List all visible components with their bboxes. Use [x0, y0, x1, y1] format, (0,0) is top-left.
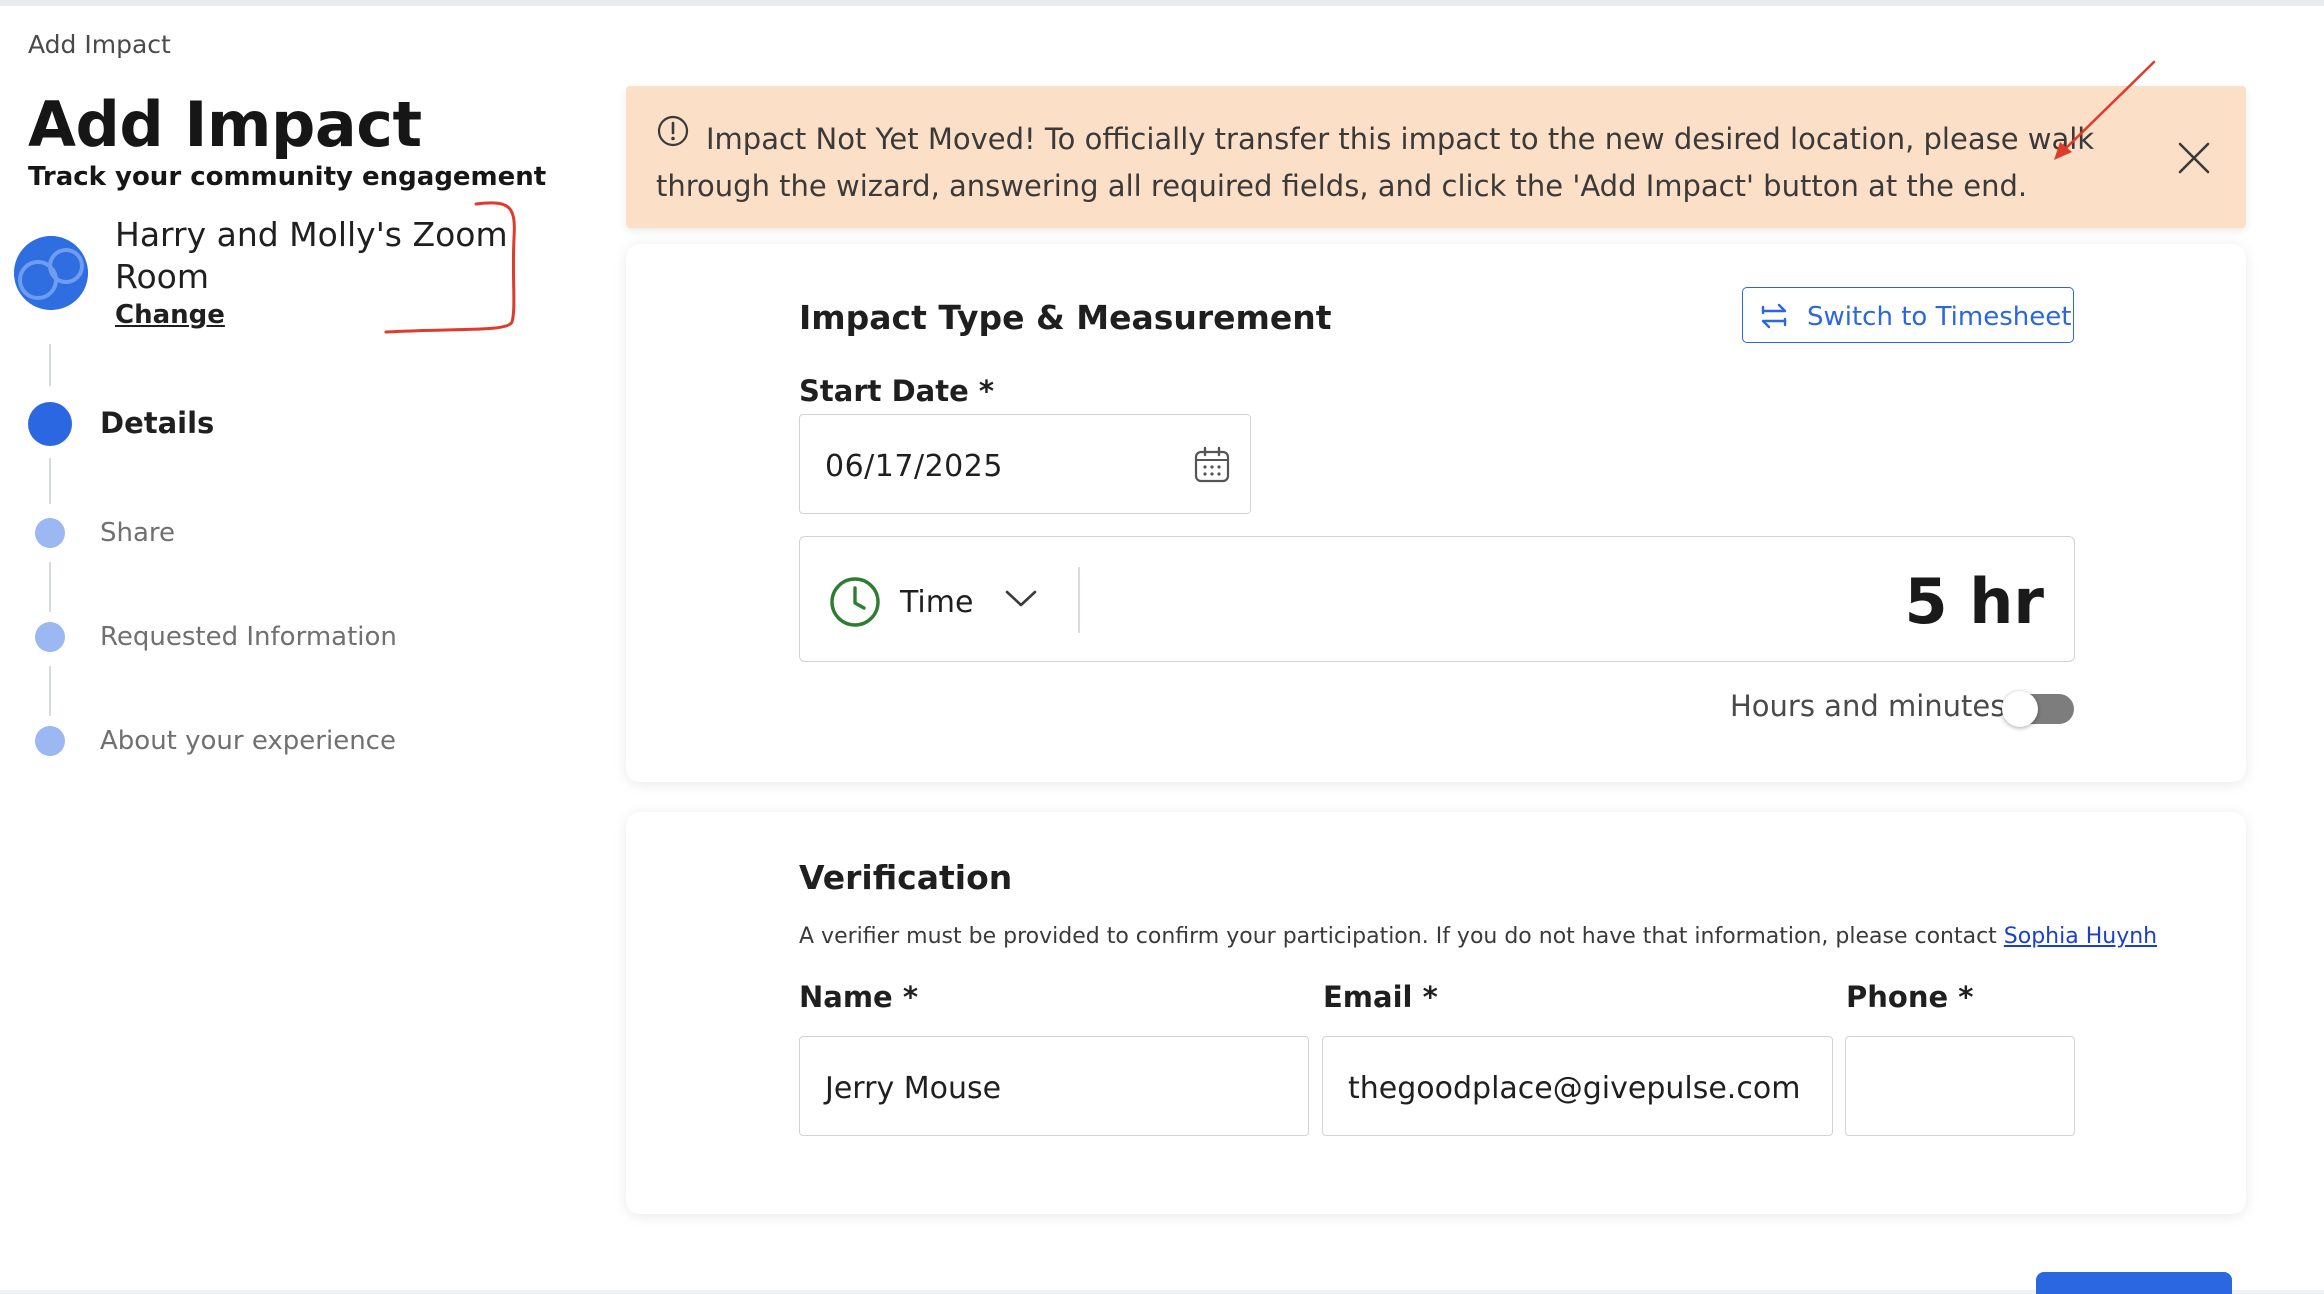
measurement-amount[interactable]: 5 hr: [1905, 565, 2044, 638]
chevron-down-icon[interactable]: [1004, 585, 1038, 611]
switch-to-timesheet-button[interactable]: Switch to Timesheet: [1742, 287, 2074, 343]
measurement-divider: [1078, 567, 1080, 633]
measurement-field: Time 5 hr: [799, 536, 2075, 662]
verifier-phone-input[interactable]: [1845, 1036, 2075, 1136]
breadcrumb: Add Impact: [28, 30, 171, 59]
step-indicator-requested-information[interactable]: [35, 622, 65, 652]
verifier-email-label: Email *: [1323, 980, 1438, 1014]
alert-message: Impact Not Yet Moved! To officially tran…: [656, 122, 2095, 203]
step-indicator-share[interactable]: [35, 518, 65, 548]
clock-icon: [830, 577, 880, 627]
verifier-name-input[interactable]: Jerry Mouse: [799, 1036, 1309, 1136]
page-subtitle: Track your community engagement: [28, 162, 547, 192]
impact-section-title: Impact Type & Measurement: [799, 298, 1332, 337]
page: Add Impact Add Impact Track your communi…: [0, 0, 2324, 1294]
step-label-requested-information[interactable]: Requested Information: [100, 622, 397, 652]
organization-avatar: [14, 236, 88, 310]
verifier-name-value: Jerry Mouse: [825, 1071, 1002, 1106]
verification-card: Verification A verifier must be provided…: [626, 812, 2246, 1214]
toggle-knob: [2002, 691, 2038, 727]
verifier-email-input[interactable]: thegoodplace@givepulse.com: [1322, 1036, 1833, 1136]
step-indicator-details[interactable]: [28, 402, 72, 446]
organization-logo-icon: [14, 236, 88, 310]
impact-card: Impact Type & Measurement Switch to Time…: [626, 244, 2246, 782]
start-date-input[interactable]: 06/17/2025: [799, 414, 1251, 514]
organization-name: Harry and Molly's Zoom Room: [115, 215, 508, 296]
next-button-partial[interactable]: [2036, 1272, 2232, 1294]
close-icon[interactable]: [2176, 140, 2212, 176]
start-date-label: Start Date *: [799, 374, 995, 408]
verifier-phone-label: Phone *: [1846, 980, 1974, 1014]
verifier-email-value: thegoodplace@givepulse.com: [1348, 1071, 1801, 1106]
start-date-value: 06/17/2025: [825, 449, 1003, 484]
step-label-about-experience[interactable]: About your experience: [100, 726, 396, 756]
step-connector: [49, 666, 51, 716]
swap-arrows-icon: [1761, 303, 1787, 329]
step-label-share[interactable]: Share: [100, 518, 175, 548]
alert-banner: Impact Not Yet Moved! To officially tran…: [626, 86, 2246, 228]
step-connector: [49, 344, 51, 386]
bottom-bar-edge: [0, 1290, 2324, 1294]
page-title: Add Impact: [28, 88, 422, 161]
step-connector: [49, 562, 51, 612]
step-connector: [49, 458, 51, 504]
measurement-type-label[interactable]: Time: [900, 585, 973, 620]
hours-minutes-toggle[interactable]: [2002, 691, 2074, 727]
top-divider: [0, 0, 2324, 6]
step-label-details[interactable]: Details: [100, 406, 214, 440]
verification-note-text: A verifier must be provided to confirm y…: [799, 924, 1997, 949]
step-indicator-about-experience[interactable]: [35, 726, 65, 756]
hours-minutes-label: Hours and minutes: [1730, 689, 2006, 723]
change-organization-link[interactable]: Change: [115, 300, 225, 330]
switch-to-timesheet-label: Switch to Timesheet: [1807, 302, 2072, 332]
calendar-icon[interactable]: [1192, 445, 1232, 485]
verification-note: A verifier must be provided to confirm y…: [799, 924, 2157, 949]
verifier-name-label: Name *: [799, 980, 918, 1014]
verification-section-title: Verification: [799, 858, 1013, 897]
contact-link[interactable]: Sophia Huynh: [2004, 924, 2157, 949]
